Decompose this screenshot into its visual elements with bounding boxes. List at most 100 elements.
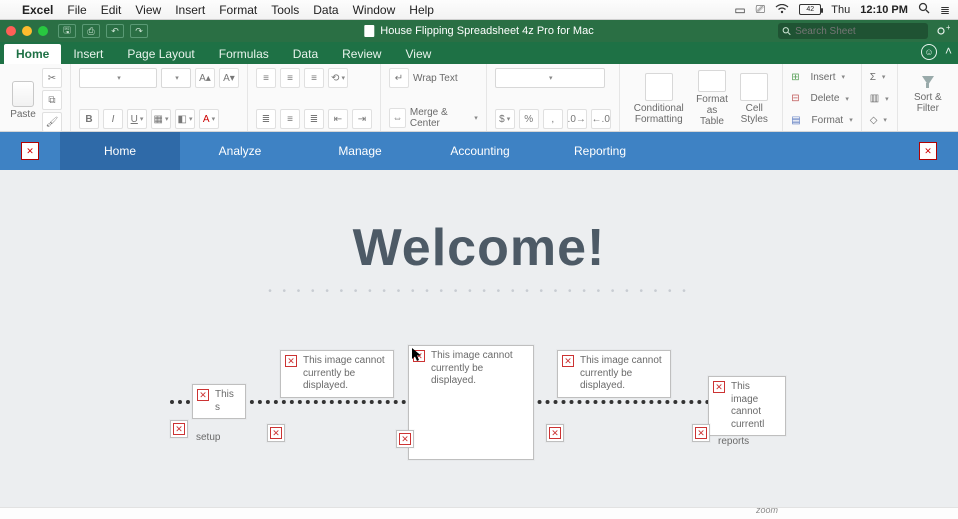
battery-percent: 42 — [800, 5, 820, 14]
format-painter-icon[interactable]: 🖌 — [42, 112, 62, 132]
align-center-icon[interactable]: ≡ — [280, 109, 300, 129]
font-color-button[interactable]: A▾ — [199, 109, 219, 129]
menu-insert[interactable]: Insert — [175, 3, 205, 17]
cut-icon[interactable]: ✂ — [42, 68, 62, 88]
fill-button[interactable]: ▥▾ — [870, 90, 889, 108]
align-middle-icon[interactable]: ≡ — [280, 68, 300, 88]
borders-button[interactable]: ▦▾ — [151, 109, 171, 129]
nav-tab-reporting[interactable]: Reporting — [540, 132, 660, 170]
broken-image-step-1: ✕ This s — [192, 384, 246, 419]
decrease-font-icon[interactable]: A▾ — [219, 68, 239, 88]
broken-image-node-2: ✕ — [267, 424, 285, 442]
menu-window[interactable]: Window — [353, 3, 396, 17]
collapse-ribbon-icon[interactable]: ˄ — [945, 44, 952, 60]
welcome-heading: Welcome! • • • • • • • • • • • • • • • •… — [268, 218, 690, 297]
font-family-select[interactable]: ▾ — [79, 68, 157, 88]
document-title-text: House Flipping Spreadsheet 4z Pro for Ma… — [380, 25, 593, 37]
menu-file[interactable]: File — [67, 3, 86, 17]
merge-center-icon[interactable]: ⇔ — [389, 108, 406, 128]
caption-setup: setup — [196, 432, 220, 443]
align-left-icon[interactable]: ≣ — [256, 109, 276, 129]
menu-help[interactable]: Help — [409, 3, 434, 17]
conditional-formatting-button[interactable]: Conditional Formatting — [628, 68, 690, 129]
menu-format[interactable]: Format — [219, 3, 257, 17]
align-bottom-icon[interactable]: ≡ — [304, 68, 324, 88]
paste-button[interactable]: Paste — [8, 81, 38, 120]
align-right-icon[interactable]: ≣ — [304, 109, 324, 129]
align-top-icon[interactable]: ≡ — [256, 68, 276, 88]
clipboard-icon — [12, 81, 34, 107]
currency-format-icon[interactable]: $▾ — [495, 109, 515, 129]
broken-image-text: This image cannot currently be displayed… — [580, 355, 664, 393]
zoom-window-button[interactable] — [38, 26, 48, 36]
share-button[interactable]: + — [934, 23, 952, 39]
increase-font-icon[interactable]: A▴ — [195, 68, 215, 88]
qat-save-icon[interactable]: 🖫 — [58, 24, 76, 38]
increase-decimal-icon[interactable]: .0→ — [567, 109, 587, 129]
decrease-indent-icon[interactable]: ⇤ — [328, 109, 348, 129]
underline-button[interactable]: U▾ — [127, 109, 147, 129]
autosum-button[interactable]: Σ▾ — [870, 68, 889, 86]
merge-center-label[interactable]: Merge & Center — [410, 107, 468, 129]
nav-logo-right[interactable]: ✕ — [898, 132, 958, 170]
ribbon-tab-insert[interactable]: Insert — [61, 44, 115, 64]
format-cells-button[interactable]: ▤ Format▾ — [791, 111, 852, 129]
bold-button[interactable]: B — [79, 109, 99, 129]
nav-tab-analyze[interactable]: Analyze — [180, 132, 300, 170]
zoom-label[interactable]: zoom — [756, 505, 778, 515]
wifi-icon[interactable] — [775, 3, 789, 17]
delete-cells-button[interactable]: ⊟ Delete▾ — [791, 90, 852, 108]
spotlight-icon[interactable] — [918, 2, 930, 17]
ribbon-tab-view[interactable]: View — [393, 44, 443, 64]
menu-tools[interactable]: Tools — [271, 3, 299, 17]
fill-color-button[interactable]: ◧▾ — [175, 109, 195, 129]
number-format-select[interactable]: ▾ — [495, 68, 605, 88]
feedback-smiley-icon[interactable]: ☺ — [921, 44, 937, 60]
nav-tab-home[interactable]: Home — [60, 132, 180, 170]
menu-edit[interactable]: Edit — [101, 3, 122, 17]
close-window-button[interactable] — [6, 26, 16, 36]
broken-image-step-5: ✕ This image cannot currentl — [708, 376, 786, 436]
svg-text:+: + — [946, 25, 950, 32]
clear-button[interactable]: ◇▾ — [870, 111, 889, 129]
minimize-window-button[interactable] — [22, 26, 32, 36]
clock-day[interactable]: Thu — [831, 4, 850, 16]
ribbon-tab-data[interactable]: Data — [281, 44, 330, 64]
display-icon[interactable]: ⎚ — [756, 2, 766, 17]
ribbon-tab-review[interactable]: Review — [330, 44, 393, 64]
app-menu[interactable]: Excel — [22, 3, 53, 17]
ribbon-tab-formulas[interactable]: Formulas — [207, 44, 281, 64]
copy-icon[interactable]: ⧉ — [42, 90, 62, 110]
percent-format-icon[interactable]: % — [519, 109, 539, 129]
wrap-text-label[interactable]: Wrap Text — [413, 73, 458, 84]
search-sheet-input[interactable] — [795, 26, 924, 37]
increase-indent-icon[interactable]: ⇥ — [352, 109, 372, 129]
sort-filter-button[interactable]: Sort & Filter — [906, 68, 950, 116]
search-sheet[interactable] — [778, 23, 928, 39]
menu-data[interactable]: Data — [313, 3, 338, 17]
comma-format-icon[interactable]: , — [543, 109, 563, 129]
nav-tab-accounting[interactable]: Accounting — [420, 132, 540, 170]
notification-center-icon[interactable]: ≣ — [940, 3, 950, 17]
qat-print-icon[interactable]: ⎙ — [82, 24, 100, 38]
mouse-cursor-icon — [412, 348, 422, 362]
nav-tab-manage[interactable]: Manage — [300, 132, 420, 170]
worksheet-canvas[interactable]: Welcome! • • • • • • • • • • • • • • • •… — [0, 170, 958, 507]
decrease-decimal-icon[interactable]: ←.0 — [591, 109, 611, 129]
font-size-select[interactable]: ▾ — [161, 68, 191, 88]
menu-view[interactable]: View — [135, 3, 161, 17]
airplay-icon[interactable]: ▭ — [734, 3, 745, 17]
ribbon-tab-page-layout[interactable]: Page Layout — [115, 44, 206, 64]
format-as-table-button[interactable]: Format as Table — [690, 68, 734, 129]
battery-icon[interactable]: 42 — [799, 4, 821, 15]
nav-logo-left[interactable]: ✕ — [0, 132, 60, 170]
qat-undo-icon[interactable]: ↶ — [106, 24, 124, 38]
qat-redo-icon[interactable]: ↷ — [130, 24, 148, 38]
orientation-icon[interactable]: ⟲▾ — [328, 68, 348, 88]
italic-button[interactable]: I — [103, 109, 123, 129]
wrap-text-icon[interactable]: ↵ — [389, 68, 409, 88]
cell-styles-button[interactable]: Cell Styles — [734, 68, 774, 129]
ribbon-tab-home[interactable]: Home — [4, 44, 61, 64]
insert-cells-button[interactable]: ⊞ Insert▾ — [791, 68, 852, 86]
clock-time[interactable]: 12:10 PM — [860, 4, 908, 16]
